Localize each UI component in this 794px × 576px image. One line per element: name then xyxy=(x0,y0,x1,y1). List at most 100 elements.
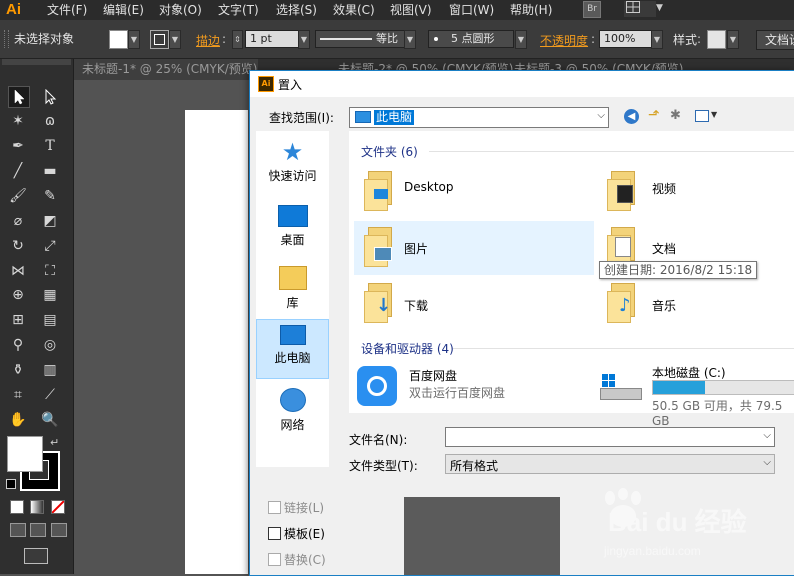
menu-edit[interactable]: 编辑(E) xyxy=(103,0,144,20)
rectangle-tool-icon[interactable]: ▬ xyxy=(40,161,60,181)
scale-tool-icon[interactable]: ⤢ xyxy=(40,236,60,256)
sidebar-item-network[interactable]: 网络 xyxy=(256,383,329,443)
brush-dropdown[interactable]: ▼ xyxy=(515,30,527,49)
eraser-tool-icon[interactable]: ◩ xyxy=(40,211,60,231)
folders-header[interactable]: 文件夹 (6) xyxy=(361,143,418,160)
default-colors-icon[interactable] xyxy=(6,479,16,489)
style-dropdown[interactable]: ▼ xyxy=(727,30,739,49)
workspace-switcher[interactable] xyxy=(624,1,656,17)
shape-builder-tool-icon[interactable]: ⊕ xyxy=(8,285,28,305)
magic-wand-tool-icon[interactable]: ✶ xyxy=(8,111,28,131)
fill-dropdown[interactable]: ▼ xyxy=(128,30,140,49)
replace-checkbox[interactable] xyxy=(268,553,281,566)
sidebar-item-desktop[interactable]: 桌面 xyxy=(256,199,329,259)
color-mode-icon[interactable] xyxy=(10,500,24,514)
artboard[interactable] xyxy=(185,110,248,574)
fill-swatch[interactable] xyxy=(109,30,128,49)
sidebar-item-this-pc[interactable]: 此电脑 xyxy=(256,319,329,379)
menu-file[interactable]: 文件(F) xyxy=(47,0,87,20)
pen-tool-icon[interactable]: ✒ xyxy=(8,136,28,156)
menu-view[interactable]: 视图(V) xyxy=(390,0,432,20)
zoom-tool-icon[interactable]: 🔍 xyxy=(40,410,60,430)
template-checkbox[interactable] xyxy=(268,527,281,540)
opacity-dropdown[interactable]: ▼ xyxy=(651,30,663,49)
stroke-weight-field[interactable]: 1 pt xyxy=(245,30,303,48)
device-item-local-disk-c[interactable]: 本地磁盘 (C:) 50.5 GB 可用，共 79.5 GB xyxy=(597,362,794,428)
pencil-tool-icon[interactable]: ✎ xyxy=(40,186,60,206)
folder-item-music[interactable]: ♪ 音乐 xyxy=(597,277,794,329)
sidebar-item-library[interactable]: 库 xyxy=(256,261,329,321)
dialog-titlebar[interactable]: Ai 置入 xyxy=(250,71,794,97)
type-tool-icon[interactable]: T xyxy=(40,136,60,156)
folder-item-pictures[interactable]: 图片 xyxy=(354,221,594,275)
hand-tool-icon[interactable]: ✋ xyxy=(8,410,28,430)
draw-inside-icon[interactable] xyxy=(51,523,67,537)
none-mode-icon[interactable] xyxy=(51,500,65,514)
selection-tool-icon[interactable] xyxy=(8,86,30,108)
stroke-weight-stepper[interactable]: ⇕ xyxy=(232,30,243,49)
swap-arrow-icon[interactable]: ↵ xyxy=(50,436,59,449)
folder-item-video[interactable]: 视频 xyxy=(597,165,794,217)
menu-window[interactable]: 窗口(W) xyxy=(449,0,494,20)
document-setup-button[interactable]: 文档设 xyxy=(756,30,794,50)
direct-selection-tool-icon[interactable] xyxy=(40,87,60,107)
fill-color-box[interactable] xyxy=(7,436,43,472)
menu-type[interactable]: 文字(T) xyxy=(218,0,259,20)
line-segment-tool-icon[interactable]: ╱ xyxy=(8,161,28,181)
paintbrush-tool-icon[interactable]: 🖌 xyxy=(8,186,28,206)
menu-effect[interactable]: 效果(C) xyxy=(333,0,375,20)
devices-header[interactable]: 设备和驱动器 (4) xyxy=(361,340,454,357)
draw-normal-icon[interactable] xyxy=(10,523,26,537)
device-item-baidu-netdisk[interactable]: 百度网盘 双击运行百度网盘 xyxy=(354,362,594,412)
bridge-button[interactable]: Br xyxy=(583,1,601,18)
gradient-tool-icon[interactable]: ▤ xyxy=(40,310,60,330)
stroke-weight-dropdown[interactable]: ▼ xyxy=(298,30,310,49)
blend-tool-icon[interactable]: ◎ xyxy=(40,335,60,355)
folder-name: 文档 xyxy=(652,242,677,256)
draw-behind-icon[interactable] xyxy=(30,523,46,537)
disk-usage-fill xyxy=(653,381,706,394)
brush-select[interactable]: 5 点圆形 xyxy=(428,30,514,48)
rotate-tool-icon[interactable]: ↻ xyxy=(8,236,28,256)
menu-help[interactable]: 帮助(H) xyxy=(510,0,552,20)
link-checkbox[interactable] xyxy=(268,501,281,514)
back-icon[interactable]: ◀ xyxy=(624,109,639,124)
stroke-profile-dropdown[interactable]: ▼ xyxy=(404,30,416,49)
screen-mode-icon[interactable] xyxy=(24,548,48,564)
new-folder-icon[interactable]: ✱ xyxy=(670,108,681,123)
up-folder-icon[interactable]: ⬏ xyxy=(648,107,660,123)
width-tool-icon[interactable]: ⋈ xyxy=(8,261,28,281)
sidebar-item-quick-access[interactable]: ★ 快速访问 xyxy=(256,137,329,197)
lasso-tool-icon[interactable]: ɷ xyxy=(40,111,60,131)
free-transform-tool-icon[interactable]: ⛶ xyxy=(40,261,60,281)
stroke-dropdown[interactable]: ▼ xyxy=(169,30,181,49)
blob-brush-tool-icon[interactable]: ⌀ xyxy=(8,211,28,231)
symbol-sprayer-tool-icon[interactable]: ⚱ xyxy=(8,360,28,380)
mesh-tool-icon[interactable]: ⊞ xyxy=(8,310,28,330)
perspective-grid-tool-icon[interactable]: ▦ xyxy=(40,285,60,305)
filename-input[interactable]: ⌵ xyxy=(445,427,775,447)
menu-select[interactable]: 选择(S) xyxy=(276,0,317,20)
filetype-select[interactable]: 所有格式 ⌵ xyxy=(445,454,775,474)
artboard-tool-icon[interactable]: ⌗ xyxy=(8,385,28,405)
opacity-label[interactable]: 不透明度 xyxy=(540,32,588,49)
column-graph-tool-icon[interactable]: ▥ xyxy=(40,360,60,380)
watermark-url: jingyan.baidu.com xyxy=(604,544,701,558)
view-menu-chevron-icon[interactable]: ▼ xyxy=(711,110,717,119)
gradient-mode-icon[interactable] xyxy=(30,500,44,514)
slice-tool-icon[interactable]: ⟋ xyxy=(40,385,60,405)
look-in-combo[interactable]: 此电脑 ⌵ xyxy=(349,107,609,128)
opacity-field[interactable]: 100% xyxy=(599,30,652,48)
folder-item-downloads[interactable]: ↓ 下载 xyxy=(354,277,594,329)
style-swatch[interactable] xyxy=(707,30,726,49)
folder-item-desktop[interactable]: Desktop xyxy=(354,165,594,217)
view-menu-icon[interactable] xyxy=(695,110,709,122)
stroke-swatch[interactable] xyxy=(150,30,169,49)
stroke-label[interactable]: 描边 xyxy=(196,32,220,49)
stroke-profile-select[interactable]: 等比 xyxy=(315,30,405,48)
eyedropper-tool-icon[interactable]: ⚲ xyxy=(8,335,28,355)
illustrator-app-icon: Ai xyxy=(258,76,274,92)
menu-object[interactable]: 对象(O) xyxy=(159,0,202,20)
folder-name: 图片 xyxy=(404,242,429,256)
tab-document-1[interactable]: 未标题-1* @ 25% (CMYK/预览) xyxy=(74,59,258,80)
